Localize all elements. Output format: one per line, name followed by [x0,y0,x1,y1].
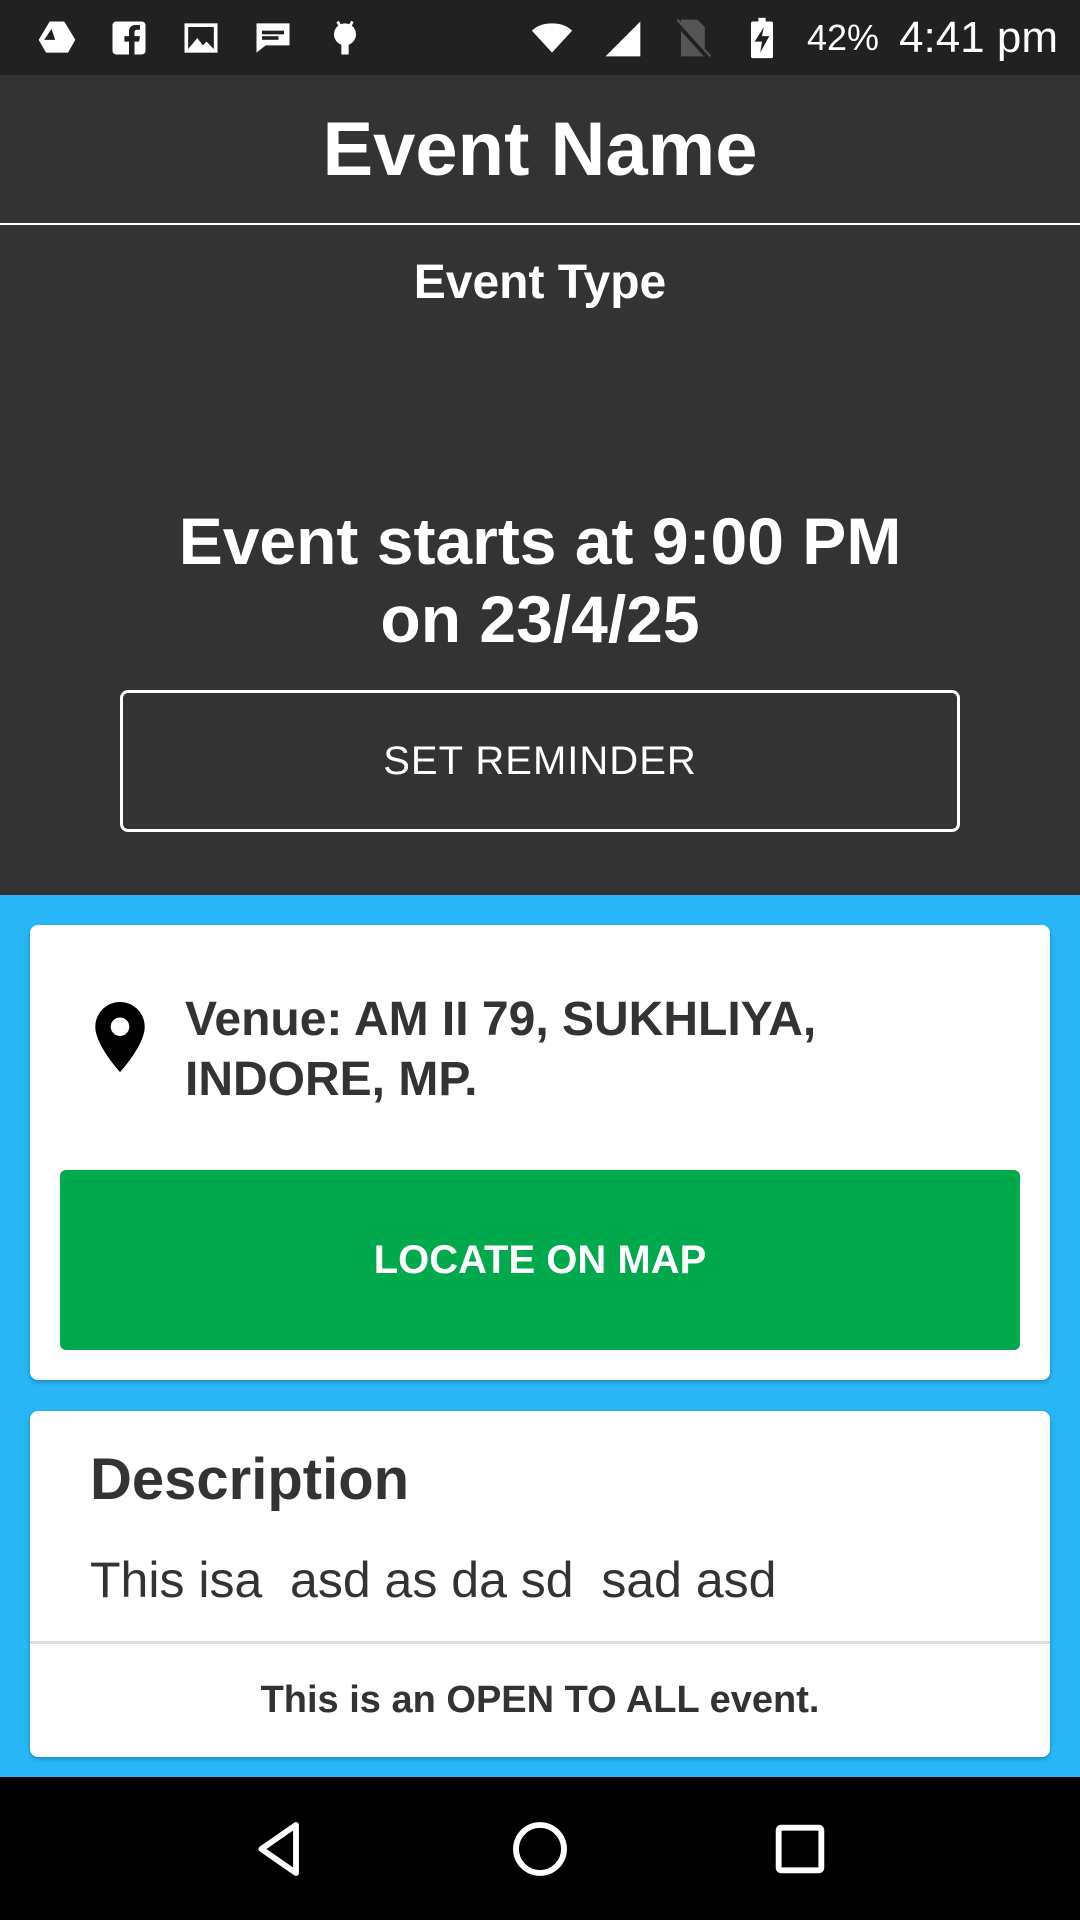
app-header: Event Name [0,75,1080,225]
event-type-label: Event Type [413,256,667,309]
recents-button[interactable] [755,1804,845,1894]
venue-card: Venue: AM II 79, SUKHLIYA, INDORE, MP. L… [30,925,1050,1380]
set-reminder-button[interactable]: SET REMINDER [120,690,960,832]
venue-row: Venue: AM II 79, SUKHLIYA, INDORE, MP. [95,990,995,1110]
event-name-title: Event Name [322,106,758,192]
signal-icon [597,13,647,63]
event-hero: Event Type Event starts at 9:00 PM on 23… [0,225,1080,895]
battery-percentage: 42% [806,16,880,58]
navigation-bar [0,1777,1080,1920]
image-icon [176,13,226,63]
status-bar: 42% 4:41 pm [0,0,1080,75]
wifi-icon [527,13,577,63]
content-area: Venue: AM II 79, SUKHLIYA, INDORE, MP. L… [0,895,1080,1777]
event-start-line2: on 23/4/25 [380,582,700,656]
description-card: Description This isa asd as da sd sad as… [30,1411,1050,1757]
chat-icon [248,13,298,63]
recents-icon [775,1824,825,1873]
back-icon [258,1821,299,1876]
system-icons: 42% 4:41 pm [527,13,1080,63]
clock: 4:41 pm [899,12,1058,62]
event-start-line1: Event starts at 9:00 PM [178,504,902,578]
open-to-all-note: This is an OPEN TO ALL event. [260,1679,820,1721]
android-icon [320,13,370,63]
home-button[interactable] [495,1804,585,1894]
no-sim-icon [667,13,717,63]
notification-icons [0,13,370,63]
description-text: This isa asd as da sd sad asd [90,1552,777,1608]
venue-address: Venue: AM II 79, SUKHLIYA, INDORE, MP. [185,993,817,1106]
drive-icon [32,13,82,63]
facebook-icon [104,13,154,63]
location-pin-icon [95,1002,145,1072]
home-icon [513,1821,567,1876]
locate-on-map-button[interactable]: LOCATE ON MAP [60,1170,1020,1350]
description-title: Description [90,1447,410,1512]
back-button[interactable] [235,1804,325,1894]
event-start-time: Event starts at 9:00 PM on 23/4/25 [60,502,1020,658]
battery-charging-icon [737,13,787,63]
